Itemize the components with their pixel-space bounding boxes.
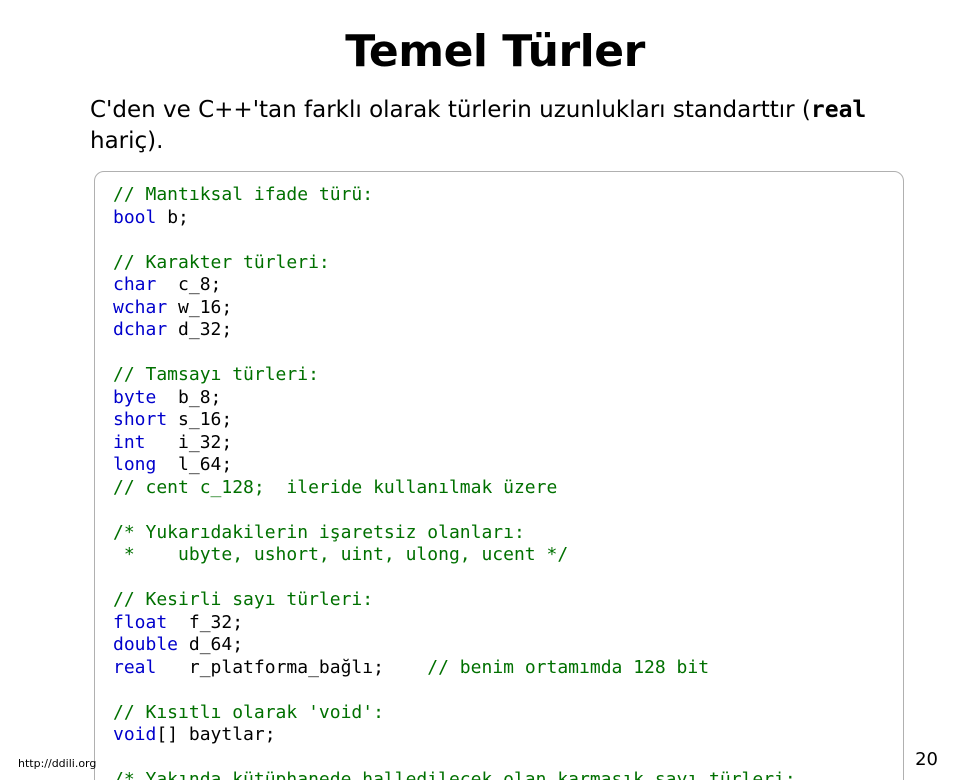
comment-cent-slash: // cent c_128; [113, 477, 265, 498]
comment-complex-a: /* Yakında kütüphanede halledilecek olan… [113, 769, 796, 780]
keyword-long: long [113, 454, 156, 475]
decl-dchar: d_32; [167, 319, 232, 340]
comment-void: // Kısıtlı olarak 'void': [113, 702, 384, 723]
intro-prefix: C'den ve C++'tan farklı olarak türlerin … [90, 97, 811, 123]
decl-char: c_8; [156, 274, 221, 295]
decl-byte: b_8; [156, 387, 221, 408]
decl-float: f_32; [167, 612, 243, 633]
comment-int-types: // Tamsayı türleri: [113, 364, 319, 385]
keyword-double: double [113, 634, 178, 655]
comment-char-types: // Karakter türleri: [113, 252, 330, 273]
code-block: // Mantıksal ifade türü: bool b; // Kara… [94, 171, 904, 780]
keyword-dchar: dchar [113, 319, 167, 340]
decl-wchar: w_16; [167, 297, 232, 318]
decl-long: l_64; [156, 454, 232, 475]
keyword-int: int [113, 432, 146, 453]
decl-void: [] baytlar; [156, 724, 275, 745]
comment-unsigned-b: * ubyte, ushort, uint, ulong, ucent */ [113, 544, 568, 565]
decl-short: s_16; [167, 409, 232, 430]
page-title: Temel Türler [90, 26, 900, 77]
keyword-byte: byte [113, 387, 156, 408]
keyword-char: char [113, 274, 156, 295]
intro-paragraph: C'den ve C++'tan farklı olarak türlerin … [90, 95, 900, 157]
keyword-float: float [113, 612, 167, 633]
footer: http://ddili.org 20 [18, 749, 938, 770]
keyword-real: real [113, 657, 156, 678]
keyword-wchar: wchar [113, 297, 167, 318]
keyword-void: void [113, 724, 156, 745]
comment-float-types: // Kesirli sayı türleri: [113, 589, 373, 610]
intro-suffix: hariç). [90, 128, 163, 154]
comment-unsigned-a: /* Yukarıdakilerin işaretsiz olanları: [113, 522, 525, 543]
decl-real: r_platforma_bağlı; [156, 657, 427, 678]
intro-mono: real [811, 97, 866, 123]
decl-bool: b; [156, 207, 189, 228]
comment-bool: // Mantıksal ifade türü: [113, 184, 373, 205]
comment-cent-text: ileride kullanılmak üzere [265, 477, 558, 498]
decl-double: d_64; [178, 634, 243, 655]
footer-page-number: 20 [915, 749, 938, 770]
decl-int: i_32; [146, 432, 233, 453]
comment-real-platform: // benim ortamımda 128 bit [427, 657, 709, 678]
footer-url: http://ddili.org [18, 757, 96, 770]
keyword-short: short [113, 409, 167, 430]
slide-page: Temel Türler C'den ve C++'tan farklı ola… [0, 0, 960, 780]
keyword-bool: bool [113, 207, 156, 228]
